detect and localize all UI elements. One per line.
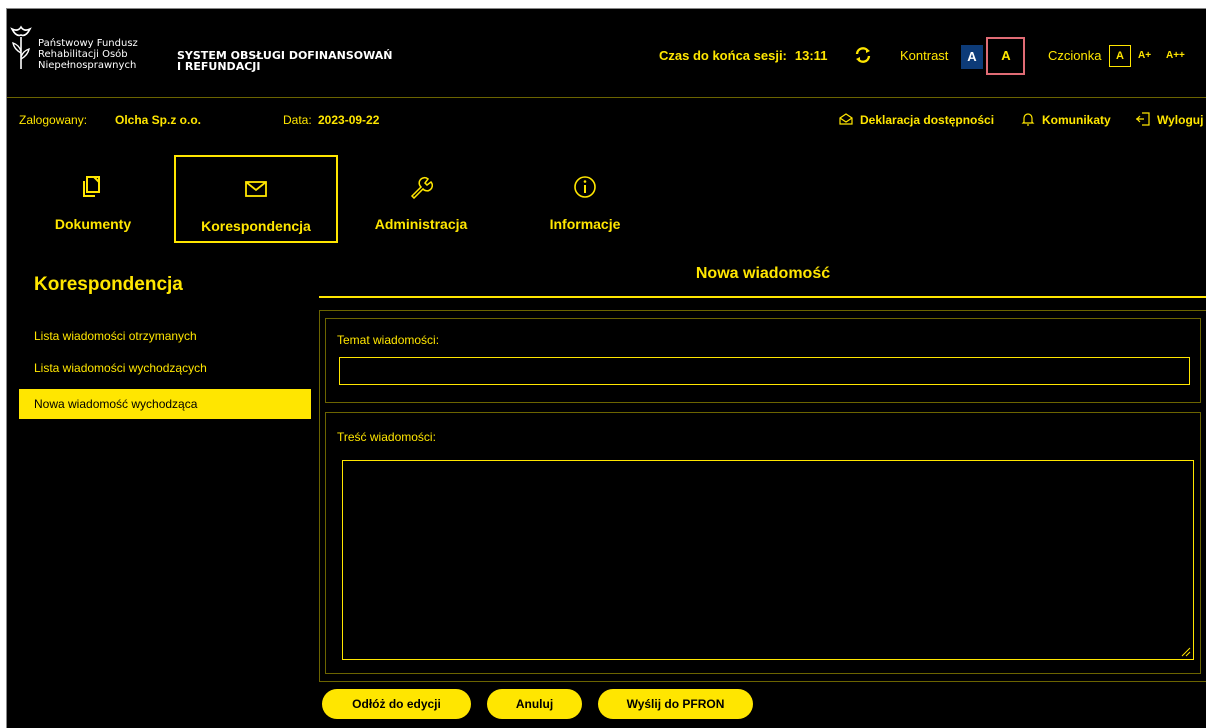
page-title: Nowa wiadomość — [695, 265, 831, 282]
nav-tab-administration[interactable]: Administracja — [339, 155, 503, 243]
sidebar-item-outgoing[interactable]: Lista wiadomości wychodzących — [34, 361, 207, 375]
nav-label: Dokumenty — [54, 216, 132, 232]
body-textarea[interactable] — [342, 460, 1194, 660]
session-time: 13:11 — [794, 48, 828, 63]
contrast-default-button[interactable]: A — [961, 45, 983, 69]
nav-label: Informacje — [549, 216, 621, 232]
refresh-icon[interactable] — [853, 45, 873, 65]
logo-line: Rehabilitacji Osób — [38, 49, 128, 60]
font-large-button[interactable]: A+ — [1138, 50, 1151, 61]
session-timer: Czas do końca sesji: 13:11 — [659, 48, 827, 63]
date-value: 2023-09-22 — [318, 113, 380, 127]
font-normal-button[interactable]: A — [1109, 45, 1131, 67]
info-bar: Zalogowany: Olcha Sp.z o.o. Data: 2023-0… — [7, 97, 1206, 133]
date-label: Data: — [283, 113, 312, 127]
cancel-button[interactable]: Anuluj — [487, 689, 582, 719]
nav-label: Korespondencja — [201, 218, 311, 234]
info-icon — [574, 176, 596, 198]
accessibility-link[interactable]: Deklaracja dostępności — [860, 113, 994, 127]
logout-icon — [1136, 112, 1150, 126]
logo-line: Niepełnosprawnych — [38, 60, 137, 71]
envelope-icon — [245, 181, 267, 197]
resize-grip-icon[interactable] — [1179, 645, 1191, 657]
accessibility-icon — [839, 113, 853, 125]
logo-text: Państwowy Fundusz Rehabilitacji Osób Nie… — [38, 38, 138, 71]
save-draft-button[interactable]: Odłóż do edycji — [322, 689, 471, 719]
system-name-line: I REFUNDACJI — [177, 60, 261, 73]
send-button[interactable]: Wyślij do PFRON — [598, 689, 753, 719]
logged-user: Olcha Sp.z o.o. — [115, 113, 202, 127]
sidebar-item-label: Nowa wiadomość wychodząca — [34, 397, 198, 411]
sidebar-item-received[interactable]: Lista wiadomości otrzymanych — [34, 329, 197, 343]
bell-icon — [1021, 113, 1035, 126]
documents-icon — [83, 176, 100, 197]
font-xlarge-button[interactable]: A++ — [1166, 50, 1185, 61]
sidebar-title: Korespondencja — [34, 274, 183, 295]
nav-label: Administracja — [374, 216, 468, 232]
logout-link[interactable]: Wyloguj — [1157, 113, 1203, 127]
app-window: Państwowy Fundusz Rehabilitacji Osób Nie… — [6, 8, 1206, 728]
contrast-label: Kontrast — [900, 48, 949, 63]
font-size-label: Czcionka — [1048, 48, 1102, 63]
messages-link[interactable]: Komunikaty — [1042, 113, 1111, 127]
wrench-icon — [410, 176, 433, 199]
session-label: Czas do końca sesji: — [659, 48, 787, 63]
logged-label: Zalogowany: — [19, 113, 88, 127]
nav-tab-documents[interactable]: Dokumenty — [11, 155, 175, 243]
header: Państwowy Fundusz Rehabilitacji Osób Nie… — [7, 9, 1206, 98]
nav-tab-correspondence[interactable]: Korespondencja — [174, 155, 338, 243]
title-divider — [319, 296, 1206, 298]
contrast-high-focus: A — [986, 37, 1025, 75]
contrast-high-button[interactable]: A — [997, 44, 1015, 68]
system-name: SYSTEM OBSŁUGI DOFINANSOWAŃ I REFUNDACJI — [177, 50, 417, 72]
pfron-logo-icon — [10, 25, 32, 69]
subject-label: Temat wiadomości: — [337, 333, 440, 347]
body-label: Treść wiadomości: — [337, 430, 436, 444]
nav-tab-information[interactable]: Informacje — [503, 155, 667, 243]
sidebar-item-new-message[interactable]: Nowa wiadomość wychodząca — [19, 389, 311, 419]
subject-input[interactable] — [339, 357, 1190, 385]
logo-line: Państwowy Fundusz — [38, 38, 138, 49]
